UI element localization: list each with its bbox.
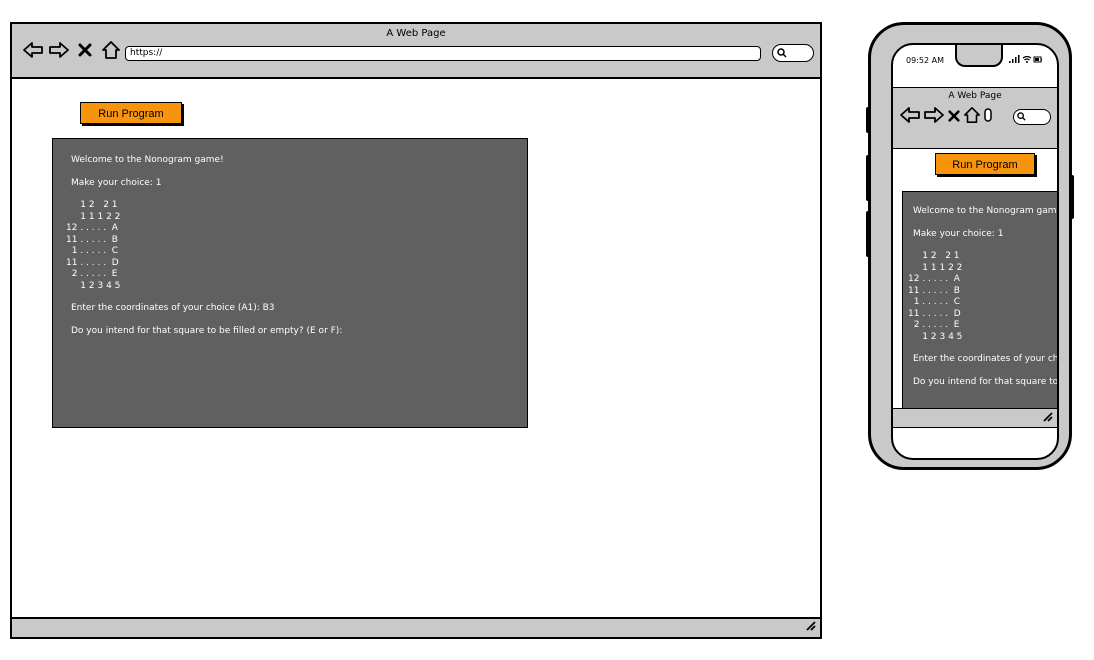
terminal-line: 1 1 1 2 2: [66, 211, 121, 222]
terminal-line: 2 . . . . . E: [908, 320, 960, 330]
search-button[interactable]: [772, 44, 814, 62]
terminal-line: Make your choice: 1: [71, 177, 162, 188]
terminal-line: Welcome to the Nonogram game!: [71, 155, 224, 165]
power-button: [1070, 175, 1074, 219]
browser-status-bar: [12, 617, 820, 637]
terminal-line: 11 . . . . . D: [908, 308, 961, 319]
terminal-line: 1 1 1 2 2: [908, 262, 963, 273]
terminal-line: 1 2 3 4 5: [66, 280, 121, 291]
phone-screen: 09:52 AM A Web Page Run Program Welcome …: [891, 43, 1059, 460]
volume-down-button: [866, 155, 870, 201]
mobile-browser-title: A Web Page: [948, 91, 1002, 101]
status-icons: [1009, 54, 1043, 66]
terminal-line: 1 2 3 4 5: [908, 331, 963, 342]
forward-arrow-icon[interactable]: [48, 39, 70, 61]
resize-grip-icon[interactable]: [1041, 407, 1053, 426]
terminal-line: 2 . . . . . E: [66, 269, 118, 279]
terminal-line: Welcome to the Nonogram game!: [913, 206, 1059, 216]
terminal-line: 11 . . . . . D: [66, 257, 119, 268]
browser-title: A Web Page: [386, 28, 446, 39]
run-program-button[interactable]: Run Program: [80, 102, 182, 124]
terminal-line: 1 2 2 1: [908, 251, 960, 261]
terminal-output: Welcome to the Nonogram game! Make your …: [902, 191, 1059, 413]
terminal-line: Make your choice: 1: [913, 228, 1004, 239]
terminal-line: Do you intend for that square to be fill…: [913, 376, 1059, 387]
home-icon[interactable]: [963, 106, 981, 128]
terminal-line: 11 . . . . . B: [66, 234, 118, 245]
battery-icon: [1033, 56, 1042, 63]
terminal-line: 12 . . . . . A: [66, 223, 118, 233]
terminal-line: Do you intend for that square to be fill…: [71, 325, 343, 336]
status-time: 09:52 AM: [906, 56, 944, 65]
search-icon: [777, 48, 787, 58]
close-icon[interactable]: [74, 39, 96, 61]
nonogram-grid: 1 2 2 1 1 1 1 2 2 12 . . . . . A 11 . . …: [908, 251, 1057, 343]
search-button[interactable]: [1013, 109, 1051, 125]
desktop-browser-window: A Web Page https:// Run Program Welcome …: [10, 22, 822, 639]
search-icon: [1017, 112, 1026, 121]
browser-nav: [22, 39, 122, 61]
terminal-line: 1 2 2 1: [66, 200, 118, 210]
back-arrow-icon[interactable]: [899, 106, 921, 128]
signal-icon: [1009, 55, 1020, 63]
forward-arrow-icon[interactable]: [923, 106, 945, 128]
terminal-line: 1 . . . . . C: [908, 297, 961, 307]
volume-up-button: [866, 107, 870, 133]
terminal-line: Enter the coordinates of your choice (A1…: [913, 354, 1059, 364]
close-icon[interactable]: [947, 108, 961, 127]
wifi-icon: [1022, 55, 1032, 63]
resize-grip-icon[interactable]: [804, 616, 816, 635]
url-input[interactable]: [983, 107, 993, 127]
phone-notch: [955, 45, 1003, 67]
back-arrow-icon[interactable]: [22, 39, 44, 61]
browser-toolbar: A Web Page https://: [12, 24, 820, 79]
home-icon[interactable]: [100, 39, 122, 61]
mobile-phone-frame: 09:52 AM A Web Page Run Program Welcome …: [866, 22, 1074, 470]
mobile-status-bar: [893, 408, 1057, 428]
terminal-output: Welcome to the Nonogram game! Make your …: [52, 138, 528, 428]
terminal-line: Enter the coordinates of your choice (A1…: [71, 303, 275, 313]
side-button: [866, 211, 870, 257]
url-input[interactable]: https://: [125, 46, 761, 61]
terminal-line: 12 . . . . . A: [908, 274, 960, 284]
terminal-line: 1 . . . . . C: [66, 246, 119, 256]
mobile-browser-nav: [899, 106, 993, 128]
run-program-button[interactable]: Run Program: [935, 153, 1035, 175]
mobile-browser-toolbar: A Web Page: [893, 87, 1057, 149]
terminal-line: 11 . . . . . B: [908, 285, 960, 296]
nonogram-grid: 1 2 2 1 1 1 1 2 2 12 . . . . . A 11 . . …: [66, 200, 509, 292]
